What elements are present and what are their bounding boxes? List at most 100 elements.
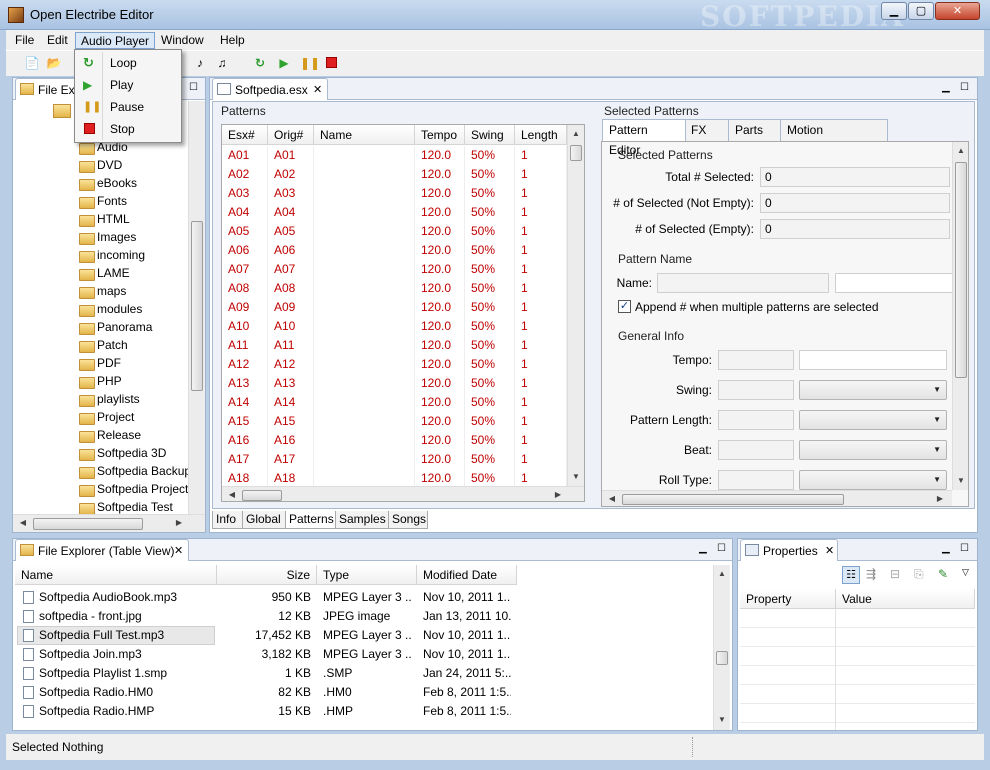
table-row[interactable]: Softpedia AudioBook.mp3 950 KB MPEG Layer … bbox=[15, 588, 715, 607]
column-header[interactable]: Name bbox=[314, 125, 415, 145]
maximize-view-icon[interactable]: ☐ bbox=[189, 82, 198, 93]
stop-icon[interactable] bbox=[324, 55, 340, 71]
patterns-horizontal-scrollbar[interactable]: ◀ ▶ bbox=[222, 486, 584, 501]
note-save-icon[interactable]: ♫ bbox=[214, 55, 230, 71]
roll-type-combo[interactable] bbox=[799, 470, 947, 490]
column-value[interactable]: Value bbox=[836, 589, 975, 609]
table-row[interactable]: Softpedia Playlist 1.smp 1 KB .SMP Jan 24, … bbox=[15, 664, 715, 683]
column-header[interactable]: Type bbox=[317, 565, 417, 585]
restore-default-icon[interactable]: ⎘ bbox=[914, 567, 924, 582]
tree-folder[interactable]: Softpedia Project bbox=[77, 480, 188, 498]
pause-icon[interactable]: ❚❚ bbox=[300, 55, 320, 71]
tab-softpedia-esx[interactable]: Softpedia.esx ✕ bbox=[212, 78, 328, 100]
tree-folder[interactable]: LAME bbox=[77, 264, 130, 282]
pattern-length-combo[interactable] bbox=[799, 410, 947, 430]
filter-advanced-icon[interactable]: ⇶ bbox=[866, 567, 876, 581]
column-header[interactable]: Esx# bbox=[222, 125, 268, 145]
tree-folder[interactable]: playlists bbox=[77, 390, 140, 408]
table-row[interactable]: softpedia - front.jpg 12 KB JPEG image Jan … bbox=[15, 607, 715, 626]
column-header[interactable]: Size bbox=[217, 565, 317, 585]
beat-value-field[interactable] bbox=[718, 440, 794, 460]
open-folder-icon[interactable]: 📂 bbox=[46, 55, 62, 71]
view-menu-icon[interactable]: ▽ bbox=[962, 567, 969, 578]
table-row[interactable]: A11 A11 120.0 50% 1 bbox=[222, 336, 567, 355]
subtab[interactable]: Parts bbox=[728, 119, 782, 141]
bottom-tab[interactable]: Samples bbox=[335, 511, 389, 529]
tree-folder[interactable]: Softpedia Backup bbox=[77, 462, 188, 480]
table-row[interactable]: A08 A08 120.0 50% 1 bbox=[222, 279, 567, 298]
tree-folder[interactable]: Softpedia 3D bbox=[77, 444, 166, 462]
swing-combo[interactable] bbox=[799, 380, 947, 400]
tree-folder[interactable]: Release bbox=[77, 426, 141, 444]
close-tab-icon[interactable]: ✕ bbox=[313, 79, 322, 101]
menu-file[interactable]: File bbox=[10, 32, 39, 49]
bottom-tab[interactable]: Songs bbox=[388, 511, 428, 529]
minimize-button[interactable]: ▁ bbox=[881, 2, 907, 20]
close-button[interactable]: ✕ bbox=[935, 2, 980, 20]
form-vertical-scrollbar[interactable]: ▲ ▼ bbox=[952, 142, 968, 490]
tree-horizontal-scrollbar[interactable]: ◀ ▶ bbox=[13, 514, 205, 532]
play-icon[interactable]: ▶ bbox=[276, 55, 292, 71]
bottom-tab[interactable]: Patterns bbox=[285, 511, 336, 529]
bottom-tab[interactable]: Info bbox=[212, 511, 243, 529]
tree-folder[interactable]: eBooks bbox=[77, 174, 137, 192]
subtab[interactable]: FX bbox=[684, 119, 730, 141]
pin-icon[interactable]: ✎ bbox=[938, 567, 948, 581]
maximize-button[interactable]: ▢ bbox=[908, 2, 934, 20]
tempo-input[interactable] bbox=[799, 350, 947, 370]
name-suffix-input[interactable] bbox=[835, 273, 955, 293]
table-row[interactable]: A06 A06 120.0 50% 1 bbox=[222, 241, 567, 260]
table-row[interactable]: A05 A05 120.0 50% 1 bbox=[222, 222, 567, 241]
close-tab-icon[interactable]: ✕ bbox=[174, 540, 183, 562]
tree-folder[interactable]: Fonts bbox=[77, 192, 127, 210]
table-row[interactable]: A17 A17 120.0 50% 1 bbox=[222, 450, 567, 469]
column-header[interactable]: Swing bbox=[465, 125, 515, 145]
subtab[interactable]: Pattern Editor bbox=[602, 119, 686, 157]
menu-item-stop[interactable]: Stop bbox=[77, 118, 180, 140]
menu-audio-player[interactable]: Audio Player bbox=[75, 32, 156, 49]
maximize-view-icon[interactable]: ☐ bbox=[960, 543, 969, 554]
table-row[interactable]: A15 A15 120.0 50% 1 bbox=[222, 412, 567, 431]
table-row[interactable]: A18 A18 120.0 50% 1 bbox=[222, 469, 567, 486]
tree-folder[interactable]: Panorama bbox=[77, 318, 152, 336]
maximize-view-icon[interactable]: ☐ bbox=[960, 82, 969, 93]
bottom-tab[interactable]: Global bbox=[242, 511, 286, 529]
tab-file-explorer-table[interactable]: File Explorer (Table View) ✕ bbox=[15, 539, 189, 561]
beat-combo[interactable] bbox=[799, 440, 947, 460]
table-row[interactable]: Softpedia Radio.HMP 15 KB .HMP Feb 8, 2011 … bbox=[15, 702, 715, 721]
table-row[interactable]: A04 A04 120.0 50% 1 bbox=[222, 203, 567, 222]
tempo-value-field[interactable] bbox=[718, 350, 794, 370]
menu-edit[interactable]: Edit bbox=[42, 32, 73, 49]
minimize-view-icon[interactable]: ▁ bbox=[942, 543, 950, 554]
table-row[interactable]: Softpedia Radio.HM0 82 KB .HM0 Feb 8, 2011 … bbox=[15, 683, 715, 702]
length-value-field[interactable] bbox=[718, 410, 794, 430]
table-row[interactable]: A03 A03 120.0 50% 1 bbox=[222, 184, 567, 203]
close-tab-icon[interactable]: ✕ bbox=[825, 540, 834, 562]
tree-vertical-scrollbar[interactable] bbox=[188, 101, 205, 514]
minimize-view-icon[interactable]: ▁ bbox=[942, 82, 950, 93]
maximize-view-icon[interactable]: ☐ bbox=[717, 543, 726, 554]
tree-folder[interactable]: DVD bbox=[77, 156, 122, 174]
patterns-vertical-scrollbar[interactable]: ▲ ▼ bbox=[567, 125, 584, 486]
menu-item-loop[interactable]: ↻ Loop bbox=[77, 52, 180, 74]
swing-value-field[interactable] bbox=[718, 380, 794, 400]
append-checkbox[interactable]: ✓ bbox=[618, 300, 631, 313]
subtab[interactable]: Motion Sequences bbox=[780, 119, 888, 157]
menu-help[interactable]: Help bbox=[215, 32, 250, 49]
tree-folder[interactable]: modules bbox=[77, 300, 142, 318]
table-row[interactable]: Softpedia Full Test.mp3 17,452 KB MPEG Lay… bbox=[15, 626, 715, 645]
tab-properties[interactable]: Properties ✕ bbox=[740, 539, 838, 561]
tree-folder[interactable]: HTML bbox=[77, 210, 130, 228]
column-header[interactable]: Length bbox=[515, 125, 567, 145]
table-row[interactable]: A01 A01 120.0 50% 1 bbox=[222, 146, 567, 165]
column-header[interactable]: Orig# bbox=[268, 125, 314, 145]
menu-item-play[interactable]: ▶ Play bbox=[77, 74, 180, 96]
column-header[interactable]: Modified Date bbox=[417, 565, 517, 585]
table-row[interactable]: A07 A07 120.0 50% 1 bbox=[222, 260, 567, 279]
tree-folder[interactable]: Images bbox=[77, 228, 136, 246]
table-row[interactable]: A14 A14 120.0 50% 1 bbox=[222, 393, 567, 412]
table-row[interactable]: Softpedia Join.mp3 3,182 KB MPEG Layer 3 .… bbox=[15, 645, 715, 664]
loop-icon[interactable]: ↻ bbox=[252, 55, 268, 71]
minimize-view-icon[interactable]: ▁ bbox=[699, 543, 707, 554]
roll-value-field[interactable] bbox=[718, 470, 794, 490]
